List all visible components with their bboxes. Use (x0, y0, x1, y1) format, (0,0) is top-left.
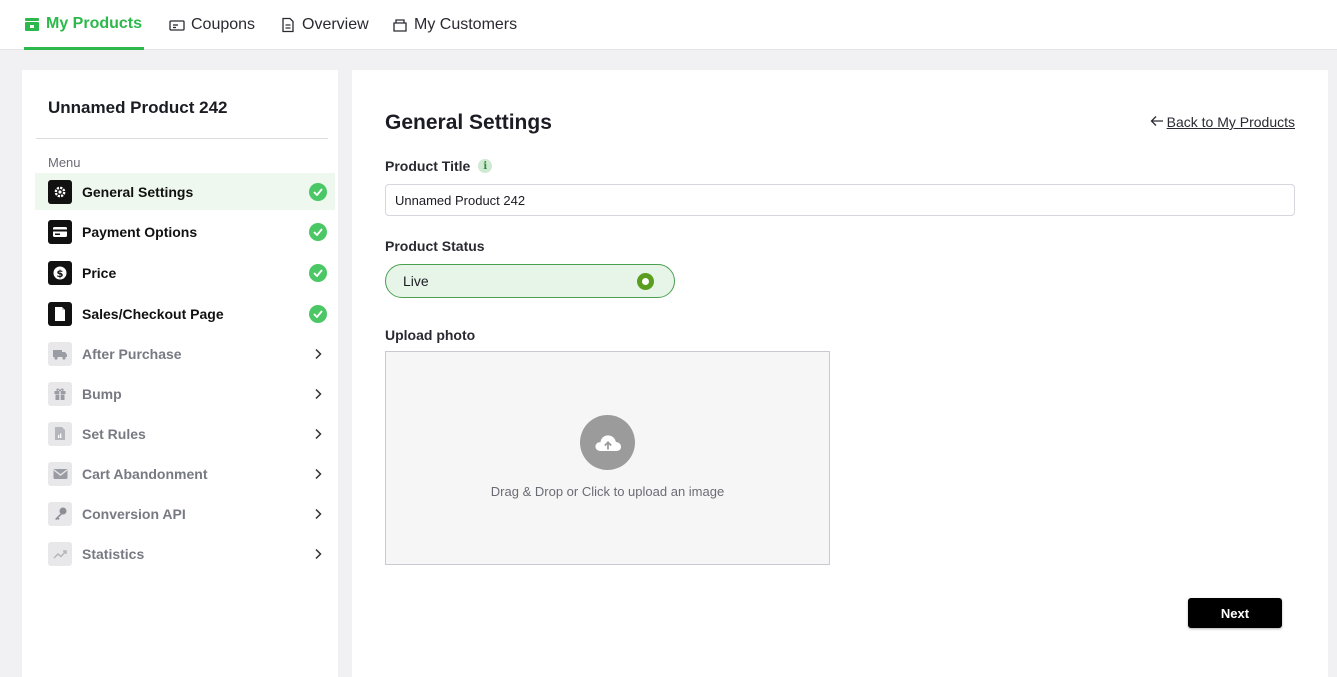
chevron-right-icon (308, 344, 328, 364)
tab-my-products[interactable]: My Products (24, 0, 145, 50)
page-title: General Settings (385, 111, 552, 134)
chevron-right-icon (308, 384, 328, 404)
sidebar-item-label: Price (82, 264, 117, 281)
gift-icon (48, 381, 72, 406)
back-to-products-link[interactable]: Back to My Products (1150, 114, 1295, 130)
truck-icon (48, 341, 72, 366)
upload-instructions: Drag & Drop or Click to upload an image (490, 484, 725, 499)
product-title-input[interactable] (385, 184, 1295, 216)
photo-upload-dropzone[interactable]: Drag & Drop or Click to upload an image (385, 351, 830, 565)
svg-text:$: $ (57, 268, 64, 279)
main-panel: General Settings Back to My Products Pro… (352, 70, 1328, 677)
trend-icon (48, 541, 72, 566)
sidebar-item-price[interactable]: $ Price (35, 254, 335, 291)
complete-check-icon (308, 222, 328, 242)
tab-label: Coupons (191, 16, 256, 33)
mail-icon (48, 461, 72, 486)
store-icon (24, 16, 40, 32)
product-title-label: Product Title i (385, 158, 493, 174)
cloud-upload-icon (580, 415, 635, 470)
complete-check-icon (308, 304, 328, 324)
sidebar-item-conversion-api[interactable]: Conversion API (35, 495, 335, 532)
tab-my-customers[interactable]: My Customers (392, 0, 517, 50)
rules-doc-icon (48, 421, 72, 446)
sidebar-item-label: Cart Abandonment (82, 465, 208, 482)
sidebar-item-label: Set Rules (82, 425, 146, 442)
sidebar-item-bump[interactable]: Bump (35, 375, 335, 412)
chevron-right-icon (308, 544, 328, 564)
sidebar-item-label: After Purchase (82, 345, 182, 362)
next-button[interactable]: Next (1188, 598, 1282, 628)
page-icon (48, 301, 72, 326)
dollar-icon: $ (48, 260, 72, 285)
chevron-right-icon (308, 504, 328, 524)
product-name: Unnamed Product 242 (48, 98, 228, 117)
sidebar-item-after-purchase[interactable]: After Purchase (35, 335, 335, 372)
sidebar-item-sales-checkout-page[interactable]: Sales/Checkout Page (35, 295, 335, 332)
sidebar-item-cart-abandonment[interactable]: Cart Abandonment (35, 455, 335, 492)
tab-label: My Products (46, 14, 143, 32)
product-status-toggle[interactable]: Live (385, 264, 675, 298)
field-label-text: Product Title (385, 158, 471, 174)
sidebar-item-label: General Settings (82, 183, 194, 200)
tab-overview[interactable]: Overview (280, 0, 369, 50)
chevron-right-icon (308, 424, 328, 444)
arrow-left-icon (1150, 114, 1164, 130)
product-status-label: Product Status (385, 238, 485, 254)
upload-photo-label: Upload photo (385, 327, 476, 343)
sidebar: Unnamed Product 242 Menu General Setting… (22, 70, 338, 677)
tab-label: My Customers (414, 16, 518, 33)
tab-label: Overview (302, 16, 369, 33)
customers-icon (392, 17, 408, 33)
complete-check-icon (308, 182, 328, 202)
chevron-right-icon (308, 464, 328, 484)
radio-selected-icon (637, 273, 654, 290)
tab-coupons[interactable]: Coupons (169, 0, 255, 50)
gear-icon (48, 179, 72, 204)
key-icon (48, 501, 72, 526)
sidebar-item-label: Sales/Checkout Page (82, 305, 224, 322)
status-value: Live (403, 273, 429, 289)
credit-card-icon (48, 219, 72, 244)
divider (36, 138, 328, 139)
document-icon (280, 17, 296, 33)
sidebar-item-label: Statistics (82, 545, 145, 562)
info-icon[interactable]: i (478, 159, 493, 173)
back-link-label: Back to My Products (1166, 114, 1295, 130)
sidebar-item-label: Bump (82, 385, 122, 402)
sidebar-item-statistics[interactable]: Statistics (35, 535, 335, 572)
sidebar-item-label: Conversion API (82, 505, 186, 522)
sidebar-item-general-settings[interactable]: General Settings (35, 173, 335, 210)
sidebar-item-set-rules[interactable]: Set Rules (35, 415, 335, 452)
sidebar-item-label: Payment Options (82, 223, 198, 240)
top-navigation: My Products Coupons Overview My Customer… (0, 0, 1337, 50)
complete-check-icon (308, 263, 328, 283)
menu-label: Menu (48, 155, 81, 170)
sidebar-item-payment-options[interactable]: Payment Options (35, 213, 335, 250)
coupon-icon (169, 17, 185, 33)
